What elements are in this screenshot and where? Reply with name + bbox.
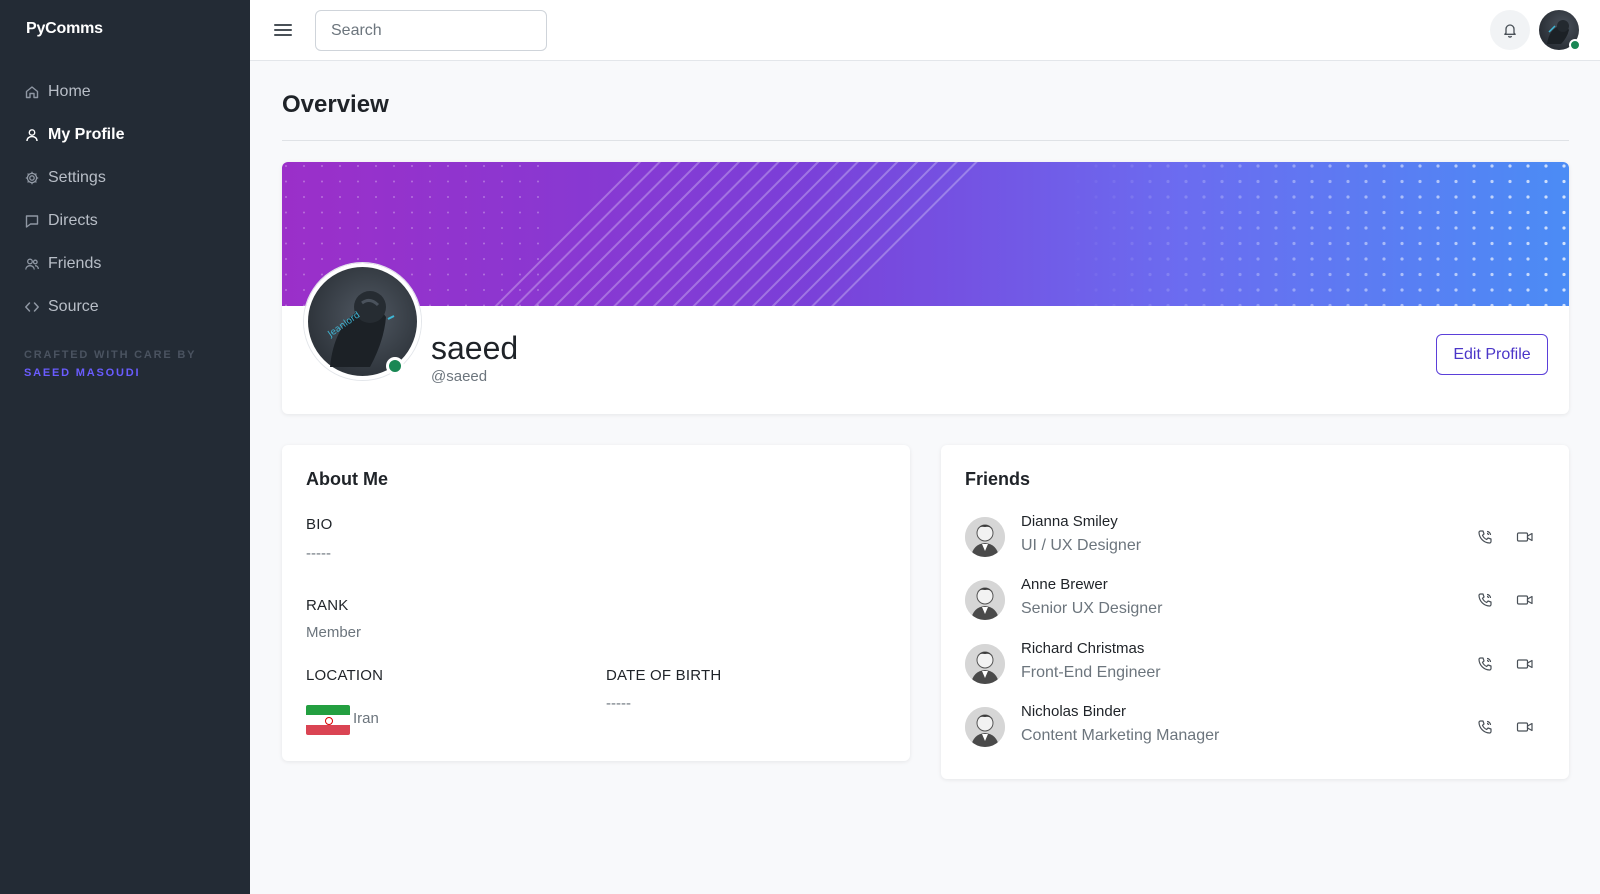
topbar — [250, 0, 1600, 61]
online-status-dot — [1569, 39, 1581, 51]
sidebar-item-label: Directs — [48, 211, 98, 229]
sidebar-item-label: Friends — [48, 254, 102, 272]
divider — [282, 140, 1569, 141]
friend-name: Nicholas Binder — [1021, 703, 1127, 720]
friend-item[interactable]: Anne Brewer Senior UX Designer — [965, 576, 1545, 626]
video-camera-icon[interactable] — [1515, 590, 1535, 610]
sidebar-item-label: Home — [48, 82, 91, 100]
search-input[interactable] — [315, 10, 547, 51]
profile-handle: @saeed — [431, 368, 488, 385]
profile-card: Jeanlord saeed @saeed Edit Profile — [282, 162, 1569, 414]
iran-flag-icon — [306, 705, 350, 735]
sidebar-item-home[interactable]: Home — [0, 70, 250, 113]
users-icon — [24, 256, 40, 272]
friends-card: Friends Dianna Smiley UI / UX Designer A… — [941, 445, 1569, 779]
user-icon — [24, 127, 40, 143]
rank-label: RANK — [306, 597, 349, 614]
bio-label: BIO — [306, 516, 333, 533]
sidebar-item-label: My Profile — [48, 125, 125, 143]
phone-icon[interactable] — [1475, 590, 1495, 610]
about-card: About Me BIO ----- RANK Member LOCATION … — [282, 445, 910, 761]
credits-author-link[interactable]: SAEED MASOUDI — [24, 364, 196, 382]
page-title: Overview — [282, 91, 389, 118]
friend-role: Front-End Engineer — [1021, 664, 1161, 681]
friend-item[interactable]: Richard Christmas Front-End Engineer — [965, 640, 1545, 690]
sidebar-item-directs[interactable]: Directs — [0, 199, 250, 242]
rank-value: Member — [306, 624, 362, 641]
code-icon — [24, 299, 40, 315]
credits-text: CRAFTED WITH CARE BY — [24, 349, 197, 361]
bio-value: ----- — [306, 545, 331, 562]
friend-role: UI / UX Designer — [1021, 537, 1142, 554]
friend-name: Anne Brewer — [1021, 576, 1108, 593]
sidebar-item-settings[interactable]: Settings — [0, 156, 250, 199]
menu-toggle-icon[interactable] — [274, 20, 292, 40]
video-camera-icon[interactable] — [1515, 717, 1535, 737]
online-status-dot — [386, 357, 404, 375]
sidebar-nav: Home My Profile Settings Directs Friends — [0, 70, 250, 328]
chat-icon — [24, 213, 40, 229]
sidebar-item-my-profile[interactable]: My Profile — [0, 113, 250, 156]
brand-logo[interactable]: PyComms — [26, 20, 103, 38]
friend-name: Richard Christmas — [1021, 640, 1145, 657]
sidebar-item-label: Source — [48, 297, 99, 315]
friend-item[interactable]: Nicholas Binder Content Marketing Manage… — [965, 703, 1545, 753]
about-title: About Me — [306, 469, 388, 489]
user-avatar-menu[interactable] — [1539, 10, 1581, 51]
profile-name: saeed — [431, 330, 519, 366]
sidebar-item-friends[interactable]: Friends — [0, 242, 250, 285]
edit-profile-button[interactable]: Edit Profile — [1436, 334, 1548, 375]
home-icon — [24, 84, 40, 100]
location-label: LOCATION — [306, 667, 384, 684]
credits: CRAFTED WITH CARE BY SAEED MASOUDI — [24, 346, 196, 382]
friend-avatar — [965, 644, 1005, 684]
phone-icon[interactable] — [1475, 527, 1495, 547]
location-value: Iran — [353, 710, 379, 727]
sidebar: PyComms Home My Profile Settings Directs — [0, 0, 250, 894]
friend-item[interactable]: Dianna Smiley UI / UX Designer — [965, 513, 1545, 563]
friend-avatar — [965, 517, 1005, 557]
video-camera-icon[interactable] — [1515, 654, 1535, 674]
bell-icon — [1504, 24, 1516, 38]
video-camera-icon[interactable] — [1515, 527, 1535, 547]
notifications-button[interactable] — [1490, 10, 1530, 50]
sidebar-item-label: Settings — [48, 168, 106, 186]
phone-icon[interactable] — [1475, 717, 1495, 737]
friends-title: Friends — [965, 469, 1031, 489]
gear-icon — [24, 170, 40, 186]
phone-icon[interactable] — [1475, 654, 1495, 674]
friend-avatar — [965, 707, 1005, 747]
profile-banner — [282, 162, 1569, 306]
friend-role: Senior UX Designer — [1021, 600, 1163, 617]
friend-role: Content Marketing Manager — [1021, 727, 1220, 744]
friend-name: Dianna Smiley — [1021, 513, 1118, 530]
profile-avatar[interactable]: Jeanlord — [304, 263, 421, 380]
dob-value: ----- — [606, 695, 631, 712]
sidebar-item-source[interactable]: Source — [0, 285, 250, 328]
friend-avatar — [965, 580, 1005, 620]
dob-label: DATE OF BIRTH — [606, 667, 722, 684]
